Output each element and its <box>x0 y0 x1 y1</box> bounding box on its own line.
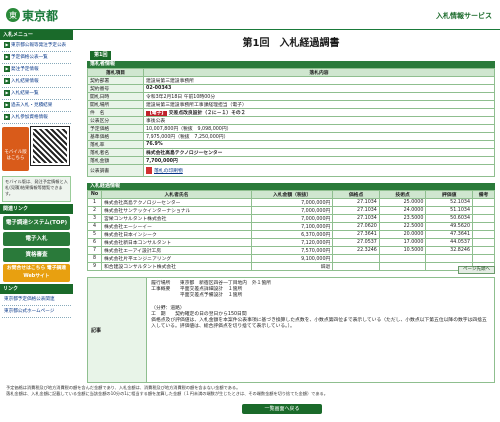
arrow-icon: ▶ <box>4 66 10 72</box>
sidebar-item-6[interactable]: ▶ 入札参加資格情報 <box>2 113 71 124</box>
logo-text: 東京都 <box>22 8 59 23</box>
col-header: 落札項目 <box>87 68 144 77</box>
info-row: 開札場所 建設局第三建設事務所工事課経理担当（電子） <box>87 100 495 109</box>
table-row: 4 株式会社エーシーイー 7,100,000円 27.0620 22.5000 49.56… <box>87 222 495 231</box>
table-row: 9 和合建設コンサルタント株式会社 辞退 <box>87 262 495 271</box>
tokyo-logo[interactable]: 東 東京都 <box>6 6 58 24</box>
table-row: 2 株式会社サンテックインターナショナル 7,000,000円 27.1034 24.0… <box>87 206 495 215</box>
table-row: 1 株式会社高島テクノロジーセンター 7,000,000円 27.1034 25.000… <box>87 198 495 207</box>
info-row: 開札日時 令和3年2月18日 午前10時00分 <box>87 92 495 101</box>
remarks-box: 記事 履行場所 東京都 新宿区四谷一丁目地内 外１箇所 工事概要 平面交差点詳細… <box>87 277 495 383</box>
col-header: 技術点 <box>378 190 427 199</box>
bid-table: No 入札者氏名 入札金額（税抜） 価格点 技術点 評価値 備考 1 株式会社高島… <box>87 190 495 271</box>
mobile-banner[interactable]: モバイル版 はこちら <box>2 126 71 173</box>
sidebar-item-5[interactable]: ▶ 過去入札・見積結果 <box>2 101 71 112</box>
col-header: 入札金額（税抜） <box>250 190 334 199</box>
round-tab[interactable]: 第1回 <box>90 51 112 60</box>
electronic-tag: 【電子】 <box>146 111 168 116</box>
table-row: 3 宮栄コンサルタント株式会社 7,000,000円 27.1034 23.5000 50… <box>87 214 495 223</box>
remarks-label: 記事 <box>88 278 148 382</box>
winner-info-table: 落札項目 落札内容 契約部署 建設局第三建設事務所 契約番号 02-00343 開札日… <box>87 68 495 177</box>
tokyo-emblem-icon: 東 <box>6 8 20 22</box>
info-row: 基準価格 7,975,000円（税抜 7,250,000円） <box>87 132 495 141</box>
arrow-icon: ▶ <box>4 114 10 120</box>
footnote: 予定価格は消費税及び地方消費税の額を含んだ金額であり、入札金額は、消費税及び地方… <box>6 385 328 396</box>
qualification-button[interactable]: 資格審査 <box>3 248 70 262</box>
sidebar-item-3[interactable]: ▶ 入札結果情報 <box>2 77 71 88</box>
col-header: 評価値 <box>425 190 473 199</box>
pdf-icon <box>146 167 152 174</box>
info-row: 落札率 76.9% <box>87 140 495 149</box>
sidebar-menu-header: 入札メニュー <box>0 30 73 40</box>
table-row: 7 株式会社エーアイ設計工房 7,570,000円 22.3246 10.5000 32.… <box>87 246 495 255</box>
bid-section-header: 入札経過情報 <box>87 183 495 190</box>
sidebar: 入札メニュー ▶ 東京都公報等発注予定公表 ▶ 予定価格公表一覧 ▶ 発注予定情報 ▶… <box>0 30 73 422</box>
arrow-icon: ▶ <box>4 90 10 96</box>
col-header: 価格点 <box>332 190 380 199</box>
info-row: 契約番号 02-00343 <box>87 84 495 93</box>
arrow-icon: ▶ <box>4 78 10 84</box>
link-price-publication[interactable]: 東京都予定価格公表関連 <box>2 295 71 306</box>
info-row: 落札金額 7,700,000円 <box>87 156 495 165</box>
arrow-icon: ▶ <box>4 102 10 108</box>
arrow-icon: ▶ <box>4 54 10 60</box>
sidebar-links-header: 関連リンク <box>0 204 73 214</box>
info-row: 公表区分 事後公表 <box>87 116 495 125</box>
table-row: 6 株式会社新日本コンサルタント 7,120,000円 27.0537 17.0000 4… <box>87 238 495 247</box>
main-content: 第1回 入札経過調書 第1回 落札者情報 落札項目 落札内容 契約部署 建設局第三建… <box>6 30 496 422</box>
remarks-text: 履行場所 東京都 新宿区四谷一丁目地内 外１箇所 工事概要 平面交差点詳細設計 … <box>151 281 487 330</box>
sidebar-item-1[interactable]: ▶ 予定価格公表一覧 <box>2 53 71 64</box>
col-header: 入札者氏名 <box>101 190 252 199</box>
info-row: 予定価格 10,007,800円（税抜 9,098,000円） <box>87 124 495 133</box>
back-to-list-button[interactable]: 一覧画面へ戻る <box>242 404 322 414</box>
page-title: 第1回 入札経過調書 <box>242 38 340 49</box>
info-row: 落札者名 株式会社高島テクノロジーセンター <box>87 148 495 157</box>
sidebar-item-0[interactable]: ▶ 東京都公報等発注予定公表 <box>2 41 71 52</box>
winner-section-header: 落札者情報 <box>87 61 495 68</box>
sidebar-item-2[interactable]: ▶ 発注予定情報 <box>2 65 71 76</box>
col-header: 備考 <box>472 190 495 199</box>
mobile-button[interactable]: モバイル版 はこちら <box>2 127 29 171</box>
links-header: リンク <box>0 284 73 294</box>
sidebar-item-4[interactable]: ▶ 入札結果一覧 <box>2 89 71 100</box>
info-row: 公表調書 落札の印刷物 <box>87 164 495 177</box>
e-procurement-button[interactable]: 電子調達システム(TOP) <box>3 216 70 230</box>
e-bidding-button[interactable]: 電子入札 <box>3 232 70 246</box>
service-title: 入札情報サービス <box>436 12 492 20</box>
table-row: 8 株式会社片平エンジニアリング 9,100,000円 <box>87 254 495 263</box>
back-to-top-button[interactable]: ページ先頭へ <box>458 266 495 274</box>
col-header: 落札内容 <box>143 68 495 77</box>
arrow-icon: ▶ <box>4 42 10 48</box>
info-row: 契約部署 建設局第三建設事務所 <box>87 76 495 85</box>
inquiry-button[interactable]: お問合せはこちら 電子調達Webサイト <box>3 264 70 282</box>
page-header: 東 東京都 入札情報サービス <box>0 0 500 30</box>
table-row: 5 株式会社日本インシーク 6,370,000円 27.3641 20.0000 47.3… <box>87 230 495 239</box>
mobile-note: モバイル版は、発注予定情報と入札(見積)結果情報等閲覧できます。 <box>2 176 71 202</box>
qr-code-icon <box>30 126 70 166</box>
info-row: 件 名【電子】 交差点改良設計（２に－１）その２ <box>87 108 495 117</box>
link-tokyo-homepage[interactable]: 東京都公式ホームページ <box>2 307 71 318</box>
print-link[interactable]: 落札の印刷物 <box>154 169 183 174</box>
col-header: No <box>87 190 102 199</box>
